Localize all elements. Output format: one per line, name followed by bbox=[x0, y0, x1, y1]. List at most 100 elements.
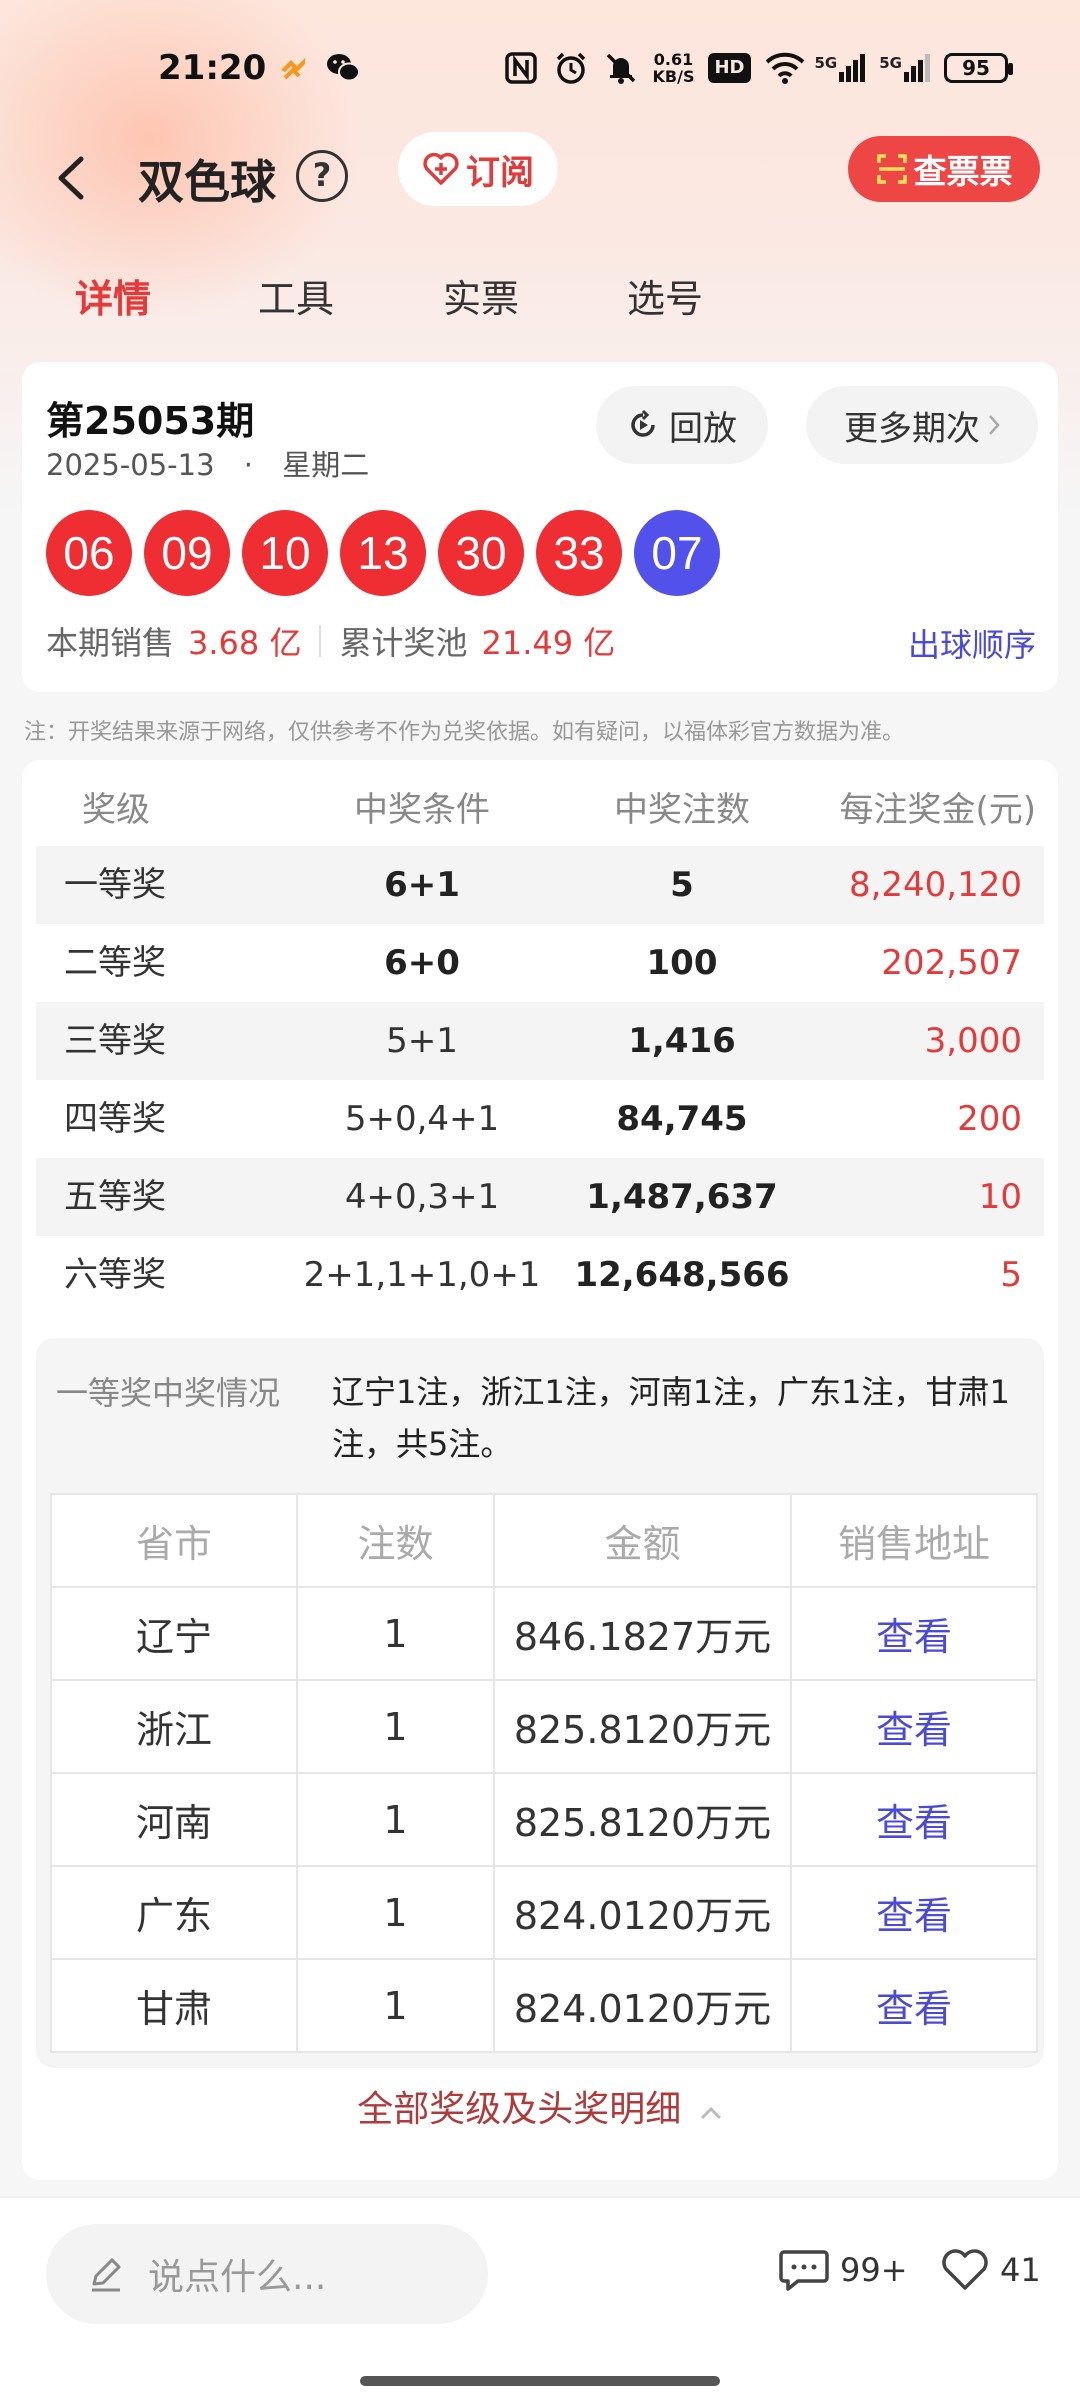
tab-number-picker[interactable]: 选号 bbox=[627, 268, 703, 323]
more-issues-label: 更多期次 bbox=[844, 408, 980, 449]
chevron-right-icon bbox=[989, 415, 1000, 435]
winner-count: 1 bbox=[296, 1772, 495, 1867]
view-address-link[interactable]: 查看 bbox=[790, 1958, 1038, 2053]
network-speed: 0.61 KB/S bbox=[653, 51, 695, 85]
pool-label: 累计奖池 bbox=[339, 624, 468, 662]
prize-level: 五等奖 bbox=[64, 1177, 166, 1217]
sales-label: 本期销售 bbox=[46, 624, 175, 662]
check-ticket-label: 查票票 bbox=[913, 152, 1013, 191]
winner-province: 辽宁 bbox=[50, 1586, 298, 1681]
comments-button[interactable]: 99+ bbox=[778, 2248, 908, 2292]
chevron-left-icon bbox=[58, 156, 84, 200]
replay-label: 回放 bbox=[669, 408, 737, 449]
home-indicator[interactable] bbox=[360, 2376, 720, 2386]
back-button[interactable] bbox=[40, 148, 100, 208]
sales-info: 本期销售 3.68 亿 累计奖池 21.49 亿 bbox=[46, 618, 615, 664]
prize-level: 六等奖 bbox=[64, 1255, 166, 1295]
pencil-icon bbox=[92, 2258, 121, 2292]
wifi-icon bbox=[765, 50, 804, 86]
winning-numbers: 06 09 10 13 30 33 07 bbox=[46, 510, 720, 596]
tab-bar: 详情 工具 实票 选号 bbox=[0, 268, 1080, 338]
comment-count: 99+ bbox=[840, 2251, 908, 2289]
winner-amount: 825.8120万元 bbox=[493, 1679, 792, 1774]
bottom-action-bar: 说点什么... 99+ 41 bbox=[0, 2196, 1080, 2400]
more-issues-button[interactable]: 更多期次 bbox=[806, 386, 1038, 464]
issue-date: 2025-05-13 bbox=[46, 448, 215, 482]
table-row: 五等奖 4+0,3+1 1,487,637 10 bbox=[36, 1158, 1044, 1236]
winner-province: 浙江 bbox=[50, 1679, 298, 1774]
header-amount: 金额 bbox=[493, 1493, 792, 1588]
red-ball: 10 bbox=[242, 510, 328, 596]
red-ball: 09 bbox=[144, 510, 230, 596]
subscribe-button[interactable]: 订阅 bbox=[398, 132, 558, 206]
table-row: 三等奖 5+1 1,416 3,000 bbox=[36, 1002, 1044, 1080]
prize-count: 100 bbox=[646, 943, 718, 983]
signal-icon-1: 5G bbox=[815, 54, 866, 82]
divider bbox=[319, 625, 322, 657]
winner-province: 甘肃 bbox=[50, 1958, 298, 2053]
view-address-link[interactable]: 查看 bbox=[790, 1679, 1038, 1774]
all-prize-details-link[interactable]: 全部奖级及头奖明细 bbox=[22, 2080, 1058, 2132]
header-count: 中奖注数 bbox=[614, 790, 750, 830]
prize-count: 12,648,566 bbox=[574, 1255, 790, 1295]
like-button[interactable]: 41 bbox=[940, 2248, 1041, 2292]
winner-count: 1 bbox=[296, 1865, 495, 1960]
header-province: 省市 bbox=[50, 1493, 298, 1588]
comment-input[interactable]: 说点什么... bbox=[46, 2224, 488, 2324]
prize-amount: 3,000 bbox=[924, 1021, 1022, 1061]
app-header: 双色球 ? 订阅 查票票 bbox=[0, 130, 1080, 230]
winner-count: 1 bbox=[296, 1679, 495, 1774]
prize-count: 1,487,637 bbox=[586, 1177, 778, 1217]
prize-level: 一等奖 bbox=[64, 865, 166, 905]
help-button[interactable]: ? bbox=[296, 150, 348, 202]
tab-tools[interactable]: 工具 bbox=[258, 268, 334, 323]
red-ball: 33 bbox=[536, 510, 622, 596]
prize-count: 84,745 bbox=[616, 1099, 748, 1139]
pool-value: 21.49 亿 bbox=[481, 624, 616, 662]
status-bar: 21:20 0.61 KB/S HD 5G 5G 95 bbox=[0, 40, 1080, 100]
draw-order-link[interactable]: 出球顺序 bbox=[908, 620, 1036, 666]
table-row: 四等奖 5+0,4+1 84,745 200 bbox=[36, 1080, 1044, 1158]
winner-count: 1 bbox=[296, 1958, 495, 2053]
red-ball: 06 bbox=[46, 510, 132, 596]
sales-value: 3.68 亿 bbox=[188, 624, 302, 662]
hd-badge: HD bbox=[708, 53, 751, 83]
mute-icon bbox=[603, 50, 639, 86]
prize-amount: 200 bbox=[957, 1099, 1022, 1139]
battery-icon: 95 bbox=[944, 53, 1013, 83]
status-icons-right: 0.61 KB/S HD 5G 5G 95 bbox=[503, 50, 1013, 86]
network-speed-unit: KB/S bbox=[652, 67, 695, 86]
chevron-up-icon bbox=[700, 2106, 721, 2120]
table-row: 甘肃 1 824.0120万元 查看 bbox=[50, 1958, 1038, 2053]
signal-icon-2: 5G bbox=[879, 54, 930, 82]
date-separator: · bbox=[243, 448, 253, 482]
all-prize-details-label: 全部奖级及头奖明细 bbox=[357, 2089, 682, 2130]
prize-amount: 10 bbox=[978, 1177, 1022, 1217]
winner-amount: 846.1827万元 bbox=[493, 1586, 792, 1681]
table-row: 广东 1 824.0120万元 查看 bbox=[50, 1865, 1038, 1960]
header-count: 注数 bbox=[296, 1493, 495, 1588]
prize-level: 四等奖 bbox=[64, 1099, 166, 1139]
comment-placeholder: 说点什么... bbox=[148, 2257, 327, 2298]
view-address-link[interactable]: 查看 bbox=[790, 1586, 1038, 1681]
prize-details-card: 奖级 中奖条件 中奖注数 每注奖金(元) 一等奖 6+1 5 8,240,120… bbox=[22, 760, 1058, 2180]
tab-details[interactable]: 详情 bbox=[75, 268, 151, 323]
red-ball: 30 bbox=[438, 510, 524, 596]
replay-button[interactable]: 回放 bbox=[596, 386, 768, 464]
heart-icon bbox=[942, 2249, 988, 2290]
issue-weekday: 星期二 bbox=[282, 448, 370, 482]
winner-count: 1 bbox=[296, 1586, 495, 1681]
check-ticket-button[interactable]: 查票票 bbox=[848, 136, 1040, 202]
winner-province: 河南 bbox=[50, 1772, 298, 1867]
view-address-link[interactable]: 查看 bbox=[790, 1772, 1038, 1867]
tab-real-tickets[interactable]: 实票 bbox=[443, 268, 519, 323]
page-title: 双色球 bbox=[138, 155, 276, 209]
table-row: 一等奖 6+1 5 8,240,120 bbox=[36, 846, 1044, 924]
header-address: 销售地址 bbox=[790, 1493, 1038, 1588]
wechat-icon bbox=[325, 50, 361, 86]
table-row: 辽宁 1 846.1827万元 查看 bbox=[50, 1586, 1038, 1681]
winners-label: 一等奖中奖情况 bbox=[56, 1374, 281, 1412]
view-address-link[interactable]: 查看 bbox=[790, 1865, 1038, 1960]
prize-count: 1,416 bbox=[628, 1021, 736, 1061]
winners-table: 省市 注数 金额 销售地址 辽宁 1 846.1827万元 查看 浙江 1 82… bbox=[50, 1493, 1038, 2053]
